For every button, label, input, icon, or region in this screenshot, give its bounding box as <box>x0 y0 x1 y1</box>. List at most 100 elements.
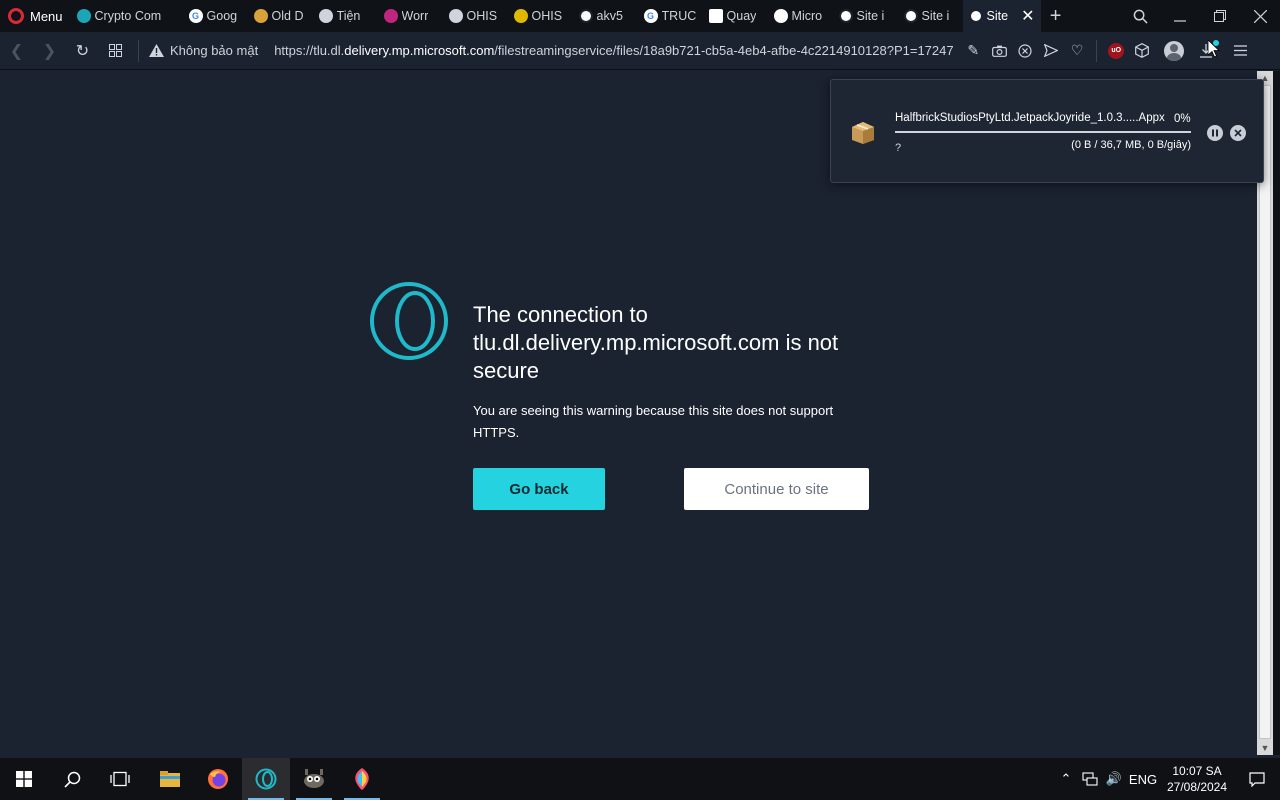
back-nav-icon[interactable]: ❮ <box>0 32 33 70</box>
browser-tab[interactable]: G TRUC <box>638 0 703 32</box>
task-view-icon[interactable] <box>96 758 144 800</box>
language-indicator[interactable]: ENG <box>1126 758 1160 800</box>
url-prefix: https://tlu.dl. <box>274 43 345 58</box>
windows-taskbar: ⌃ 🔊 ENG 10:07 SA 27/08/2024 <box>0 758 1280 800</box>
opera-logo-icon <box>8 8 24 24</box>
url-suffix: /filestreamingservice/files/18a9b721-cb5… <box>494 43 954 58</box>
menu-label: Menu <box>30 8 63 24</box>
browser-tab[interactable]: Site i <box>898 0 963 32</box>
search-icon[interactable] <box>48 758 96 800</box>
scrollbar-thumb[interactable] <box>1259 85 1271 739</box>
opera-gx-icon <box>383 9 398 23</box>
download-status: ? <box>895 142 902 154</box>
camera-icon[interactable] <box>986 38 1012 64</box>
heart-bookmark-icon[interactable]: ♡ <box>1064 38 1090 64</box>
network-icon[interactable] <box>1078 758 1102 800</box>
opera-gx-taskbar-icon[interactable] <box>242 758 290 800</box>
notifications-icon[interactable] <box>1234 758 1280 800</box>
coin-icon <box>253 9 268 23</box>
download-popup: HalfbrickStudiosPtyLtd.JetpackJoyride_1.… <box>830 79 1264 183</box>
tab-label: Micro <box>791 9 823 23</box>
close-tab-icon[interactable]: ✕ <box>1021 6 1034 26</box>
tab-label: Tiện <box>336 9 361 23</box>
pause-download-icon[interactable] <box>1207 125 1223 141</box>
address-bar: ❮ ❯ ↻ Không bảo mật https://tlu.dl.deliv… <box>0 32 1280 70</box>
browser-tab[interactable]: Micro <box>768 0 833 32</box>
mouse-cursor-icon <box>1208 40 1220 58</box>
tab-label: akv5 <box>596 9 623 23</box>
clock-time: 10:07 SA <box>1172 764 1222 778</box>
file-explorer-icon[interactable] <box>146 758 194 800</box>
browser-tab[interactable]: G Goog <box>183 0 248 32</box>
go-back-button[interactable]: Go back <box>473 468 605 510</box>
tab-label: Site <box>986 9 1009 23</box>
tab-bar: Menu Crypto Com G Goog Old D Tiện Worr OHIS OHI… <box>0 0 1280 32</box>
scroll-down-arrow-icon[interactable]: ▼ <box>1257 741 1273 755</box>
close-window-button[interactable] <box>1240 0 1280 32</box>
bag-icon <box>773 9 788 23</box>
reload-icon[interactable]: ↻ <box>66 32 99 70</box>
browser-tab[interactable]: OHIS <box>508 0 573 32</box>
globe-icon <box>968 9 983 23</box>
minimize-button[interactable] <box>1160 0 1200 32</box>
easy-setup-icon[interactable] <box>1227 38 1253 64</box>
opera-o-logo-icon <box>370 282 448 360</box>
gimp-icon[interactable] <box>290 758 338 800</box>
extensions-cube-icon[interactable] <box>1129 38 1155 64</box>
firefox-icon[interactable] <box>194 758 242 800</box>
browser-tab[interactable]: Site i <box>833 0 898 32</box>
show-hidden-icons-icon[interactable]: ⌃ <box>1054 758 1078 800</box>
forward-nav-icon[interactable]: ❯ <box>33 32 66 70</box>
chat-icon <box>448 9 463 23</box>
grid-icon <box>708 9 723 23</box>
continue-to-site-button[interactable]: Continue to site <box>684 468 869 510</box>
new-tab-button[interactable]: + <box>1041 5 1071 28</box>
globe-icon <box>838 9 853 23</box>
opera-menu-button[interactable]: Menu <box>0 0 71 32</box>
tab-grid-icon[interactable] <box>99 32 132 70</box>
download-progress-bar <box>895 131 1191 133</box>
package-box-icon <box>852 122 874 144</box>
clock[interactable]: 10:07 SA 27/08/2024 <box>1160 763 1234 795</box>
profile-avatar[interactable] <box>1161 38 1187 64</box>
browser-tab[interactable]: Worr <box>378 0 443 32</box>
tab-label: Site i <box>856 9 885 23</box>
security-label: Không bảo mật <box>170 43 259 58</box>
google-icon: G <box>643 9 658 23</box>
tab-label: OHIS <box>466 9 498 23</box>
window-edge <box>1273 71 1280 755</box>
browser-tab[interactable]: Site ✕ <box>962 0 1041 32</box>
paint-app-icon[interactable] <box>338 758 386 800</box>
cancel-download-icon[interactable] <box>1230 125 1246 141</box>
globe-icon <box>578 9 593 23</box>
ublock-origin-icon[interactable]: uO <box>1103 38 1129 64</box>
browser-tab[interactable]: Tiện <box>313 0 378 32</box>
download-filename[interactable]: HalfbrickStudiosPtyLtd.JetpackJoyride_1.… <box>895 112 1171 124</box>
search-tabs-icon[interactable] <box>1120 0 1160 32</box>
warning-triangle-icon <box>149 44 164 57</box>
download-percent: 0% <box>1174 113 1191 125</box>
browser-tab[interactable]: Crypto Com <box>71 0 183 32</box>
browser-tab[interactable]: Old D <box>248 0 313 32</box>
adblock-icon[interactable] <box>1012 38 1038 64</box>
browser-tab[interactable]: akv5 <box>573 0 638 32</box>
divider <box>1096 39 1098 62</box>
tab-label: Site i <box>921 9 950 23</box>
restore-button[interactable] <box>1200 0 1240 32</box>
tab-label: Goog <box>206 9 238 23</box>
browser-tab[interactable]: OHIS <box>443 0 508 32</box>
warning-description: You are seeing this warning because this… <box>473 403 834 440</box>
windows-start-icon[interactable] <box>0 758 48 800</box>
crypto-icon <box>76 9 91 23</box>
send-icon[interactable] <box>1038 38 1064 64</box>
security-indicator[interactable]: Không bảo mật <box>145 43 258 58</box>
divider <box>138 39 139 62</box>
edit-icon[interactable]: ✎ <box>960 38 986 64</box>
ublock-badge: uO <box>1108 42 1125 59</box>
system-tray: ⌃ 🔊 ENG 10:07 SA 27/08/2024 <box>1054 758 1280 800</box>
volume-icon[interactable]: 🔊 <box>1102 758 1126 800</box>
browser-tab[interactable]: Quay <box>703 0 768 32</box>
url-field[interactable]: https://tlu.dl.delivery.mp.microsoft.com… <box>274 43 954 58</box>
tab-label: Crypto Com <box>94 9 162 23</box>
tab-label: Quay <box>726 9 757 23</box>
